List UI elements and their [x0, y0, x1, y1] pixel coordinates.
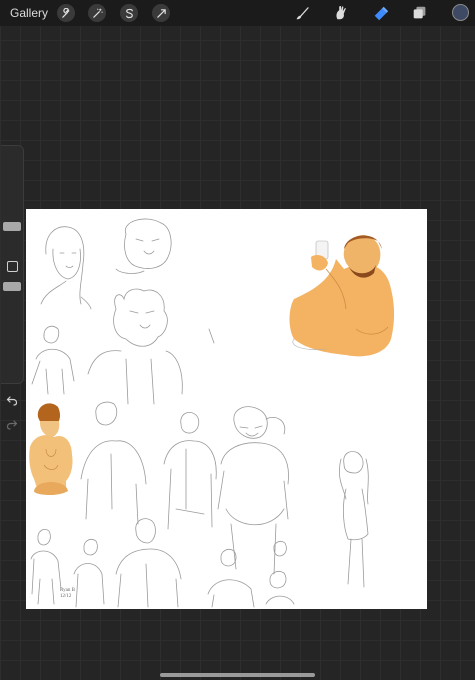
drawing-canvas[interactable]	[26, 209, 427, 609]
transform-icon	[156, 8, 166, 18]
actions-button[interactable]	[57, 4, 75, 22]
color-picker[interactable]	[452, 4, 469, 21]
brush-size-slider[interactable]	[3, 154, 21, 249]
adjustments-button[interactable]	[88, 4, 106, 22]
smudge-icon	[336, 6, 346, 20]
colored-figure-left	[29, 403, 73, 495]
transform-button[interactable]	[152, 4, 170, 22]
brush-tool[interactable]	[292, 3, 312, 23]
modify-button[interactable]	[7, 261, 18, 272]
opacity-thumb[interactable]	[3, 282, 21, 291]
opacity-slider[interactable]	[3, 278, 21, 373]
layers-icon	[413, 6, 426, 19]
top-toolbar: Gallery	[0, 0, 475, 26]
signature-date: 12/12	[60, 594, 72, 599]
brush-size-thumb[interactable]	[3, 222, 21, 231]
eraser-tool[interactable]	[371, 3, 391, 23]
undo-button[interactable]	[6, 394, 18, 406]
colored-figure-right	[289, 235, 395, 357]
smudge-tool[interactable]	[331, 3, 351, 23]
selection-button[interactable]	[120, 4, 138, 22]
undo-icon	[6, 396, 18, 406]
brush-icon	[296, 7, 309, 20]
magic-wand-icon	[92, 8, 103, 18]
layers-tool[interactable]	[410, 3, 430, 23]
home-indicator[interactable]	[160, 673, 315, 677]
gallery-button[interactable]: Gallery	[10, 6, 48, 20]
redo-button[interactable]	[6, 418, 18, 430]
sketch-artwork	[29, 218, 395, 608]
eraser-icon	[374, 6, 389, 21]
artist-signature: Ryan B 12/12	[60, 588, 82, 600]
redo-icon	[6, 420, 18, 430]
selection-icon	[125, 8, 133, 18]
wrench-icon	[61, 7, 70, 18]
sidebar	[1, 145, 24, 430]
